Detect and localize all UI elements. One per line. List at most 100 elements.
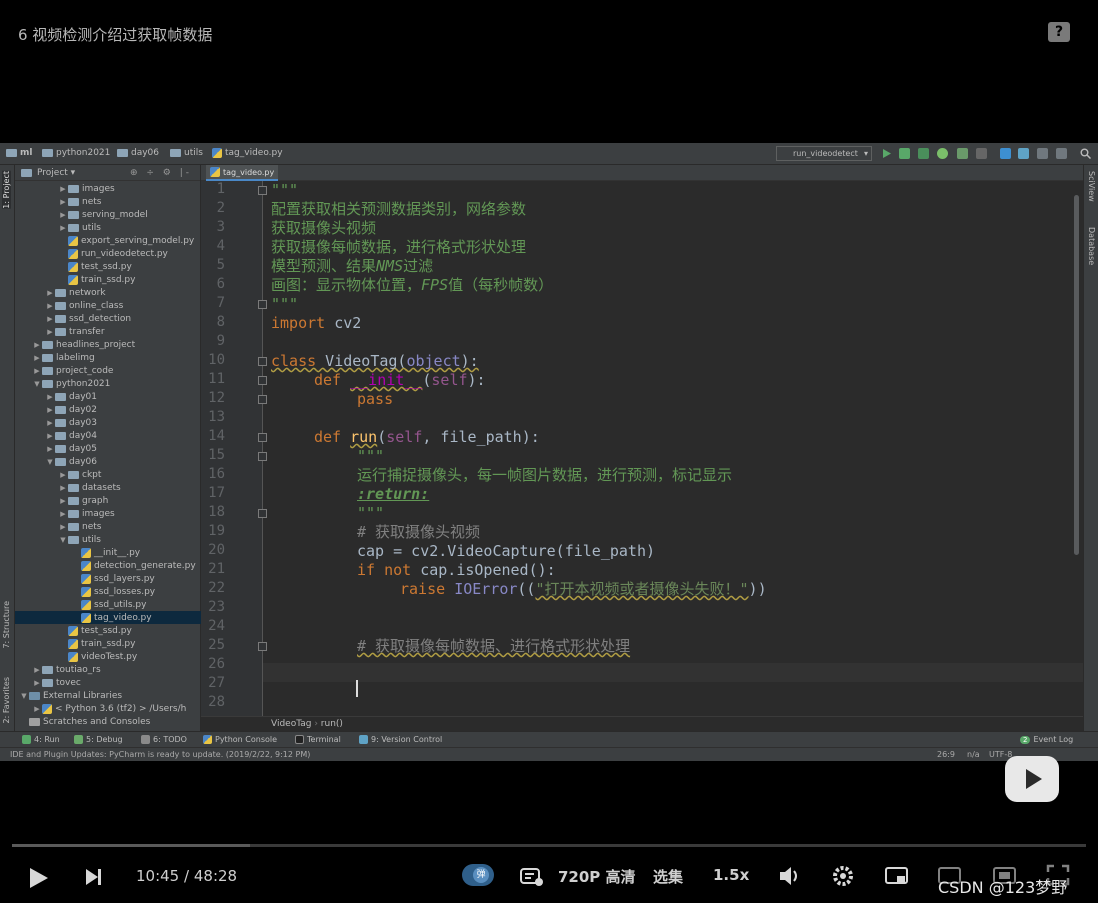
tree-item[interactable]: ▶ labelimg [15, 351, 201, 364]
tree-item[interactable]: ▶ images [15, 507, 201, 520]
chevron-right-icon[interactable]: ▶ [32, 354, 42, 362]
tree-item[interactable]: ▶ datasets [15, 481, 201, 494]
help-icon[interactable]: ? [1048, 22, 1070, 42]
chevron-down-icon[interactable]: ▼ [45, 458, 55, 466]
progress-bar[interactable] [12, 844, 1086, 847]
sciview-tool-button[interactable]: SciView [1087, 171, 1096, 202]
crumb-utils[interactable]: utils [170, 148, 203, 158]
profile-icon[interactable] [937, 148, 948, 159]
chevron-right-icon[interactable]: ▶ [45, 289, 55, 297]
tree-item[interactable]: ▶ transfer [15, 325, 201, 338]
tree-item[interactable]: ▶ ckpt [15, 468, 201, 481]
tree-item[interactable]: ▶ tovec [15, 676, 201, 689]
chevron-right-icon[interactable]: ▶ [58, 484, 68, 492]
stop-icon[interactable] [976, 148, 987, 159]
tree-item[interactable]: test_ssd.py [15, 260, 201, 273]
big-play-button[interactable] [1005, 756, 1059, 802]
chevron-right-icon[interactable]: ▶ [32, 666, 42, 674]
tree-item[interactable]: ▶ ssd_detection [15, 312, 201, 325]
tree-item[interactable]: ssd_layers.py [15, 572, 201, 585]
revert-icon[interactable] [1056, 148, 1067, 159]
crumb-day06[interactable]: day06 [117, 148, 159, 158]
tree-item[interactable]: ▼ day06 [15, 455, 201, 468]
code-area[interactable]: """ 配置获取相关预测数据类别，网络参数 获取摄像头视频 获取摄像每帧数据，进… [271, 181, 1071, 716]
chevron-right-icon[interactable]: ▶ [58, 211, 68, 219]
tool-debug[interactable]: 5: Debug [74, 735, 123, 744]
tree-item[interactable]: run_videodetect.py [15, 247, 201, 260]
fold-marker-icon[interactable] [258, 452, 267, 461]
episodes-button[interactable]: 选集 [653, 866, 683, 887]
tree-item[interactable]: ▶ < Python 3.6 (tf2) > /Users/h [15, 702, 201, 715]
favorites-tool-button[interactable]: 2: Favorites [2, 677, 11, 723]
editor-scrollbar[interactable] [1074, 195, 1079, 555]
breadcrumb-method[interactable]: run() [321, 719, 343, 729]
fold-marker-icon[interactable] [258, 395, 267, 404]
chevron-right-icon[interactable]: ▶ [58, 497, 68, 505]
run-icon[interactable] [881, 148, 892, 159]
chevron-right-icon[interactable]: ▶ [32, 341, 42, 349]
tree-item[interactable]: train_ssd.py [15, 273, 201, 286]
tree-item[interactable]: ssd_losses.py [15, 585, 201, 598]
chevron-down-icon[interactable]: ▼ [58, 536, 68, 544]
vcs-history-icon[interactable] [1037, 148, 1048, 159]
tree-item[interactable]: ▶ day01 [15, 390, 201, 403]
tree-item[interactable]: ▶ day02 [15, 403, 201, 416]
status-message[interactable]: IDE and Plugin Updates: PyCharm is ready… [10, 750, 310, 759]
fold-marker-icon[interactable] [258, 376, 267, 385]
tree-item[interactable]: __init__.py [15, 546, 201, 559]
crumb-python2021[interactable]: python2021 [42, 148, 110, 158]
tree-item[interactable]: ▶ serving_model [15, 208, 201, 221]
tree-item[interactable]: ▶ network [15, 286, 201, 299]
event-log-button[interactable]: 2 Event Log [1020, 735, 1073, 744]
danmu-toggle[interactable]: 弹 [462, 864, 494, 886]
settings-gear-icon[interactable] [832, 865, 854, 891]
tree-item[interactable]: ▶ day05 [15, 442, 201, 455]
tree-item[interactable]: ▼ utils [15, 533, 201, 546]
chevron-right-icon[interactable]: ▶ [45, 432, 55, 440]
tree-item[interactable]: ▶ headlines_project [15, 338, 201, 351]
tool-python-console[interactable]: Python Console [203, 735, 277, 744]
tree-item[interactable]: tag_video.py [15, 611, 201, 624]
tool-todo[interactable]: 6: TODO [141, 735, 187, 744]
fold-marker-icon[interactable] [258, 642, 267, 651]
tree-item[interactable]: export_serving_model.py [15, 234, 201, 247]
chevron-right-icon[interactable]: ▶ [45, 393, 55, 401]
danmu-settings-icon[interactable] [520, 866, 544, 892]
next-icon[interactable] [84, 867, 104, 891]
structure-tool-button[interactable]: 7: Structure [2, 601, 11, 649]
tree-item[interactable]: ▶ day03 [15, 416, 201, 429]
play-icon[interactable] [28, 866, 50, 894]
run-config-select[interactable]: run_videodetect ▾ [776, 146, 872, 161]
chevron-right-icon[interactable]: ▶ [58, 523, 68, 531]
fold-marker-icon[interactable] [258, 357, 267, 366]
tree-item[interactable]: ssd_utils.py [15, 598, 201, 611]
breadcrumb-class[interactable]: VideoTag [271, 719, 311, 729]
chevron-down-icon[interactable]: ▼ [19, 692, 29, 700]
crumb-file[interactable]: tag_video.py [212, 148, 283, 158]
chevron-right-icon[interactable]: ▶ [45, 419, 55, 427]
chevron-right-icon[interactable]: ▶ [45, 406, 55, 414]
crumb-ml[interactable]: ml [6, 148, 32, 158]
fold-marker-icon[interactable] [258, 300, 267, 309]
tree-item[interactable]: ▶ toutiao_rs [15, 663, 201, 676]
vcs-commit-icon[interactable] [1018, 148, 1029, 159]
tool-terminal[interactable]: Terminal [295, 735, 341, 744]
chevron-right-icon[interactable]: ▶ [58, 185, 68, 193]
search-icon[interactable] [1080, 148, 1092, 160]
chevron-down-icon[interactable]: ▼ [32, 380, 42, 388]
tree-item[interactable]: ▶ images [15, 182, 201, 195]
chevron-right-icon[interactable]: ▶ [45, 445, 55, 453]
picture-in-picture-icon[interactable] [885, 866, 909, 890]
speed-button[interactable]: 1.5x [713, 866, 749, 884]
volume-icon[interactable] [778, 865, 802, 891]
fold-marker-icon[interactable] [258, 509, 267, 518]
fold-marker-icon[interactable] [258, 433, 267, 442]
panel-actions-icons[interactable]: ⊕ ÷ ⚙ |- [130, 165, 192, 181]
chevron-right-icon[interactable]: ▶ [58, 198, 68, 206]
tree-item[interactable]: test_ssd.py [15, 624, 201, 637]
chevron-right-icon[interactable]: ▶ [58, 471, 68, 479]
tree-item[interactable]: ▶ nets [15, 195, 201, 208]
chevron-right-icon[interactable]: ▶ [45, 302, 55, 310]
chevron-right-icon[interactable]: ▶ [58, 510, 68, 518]
tree-item[interactable]: ▼ python2021 [15, 377, 201, 390]
